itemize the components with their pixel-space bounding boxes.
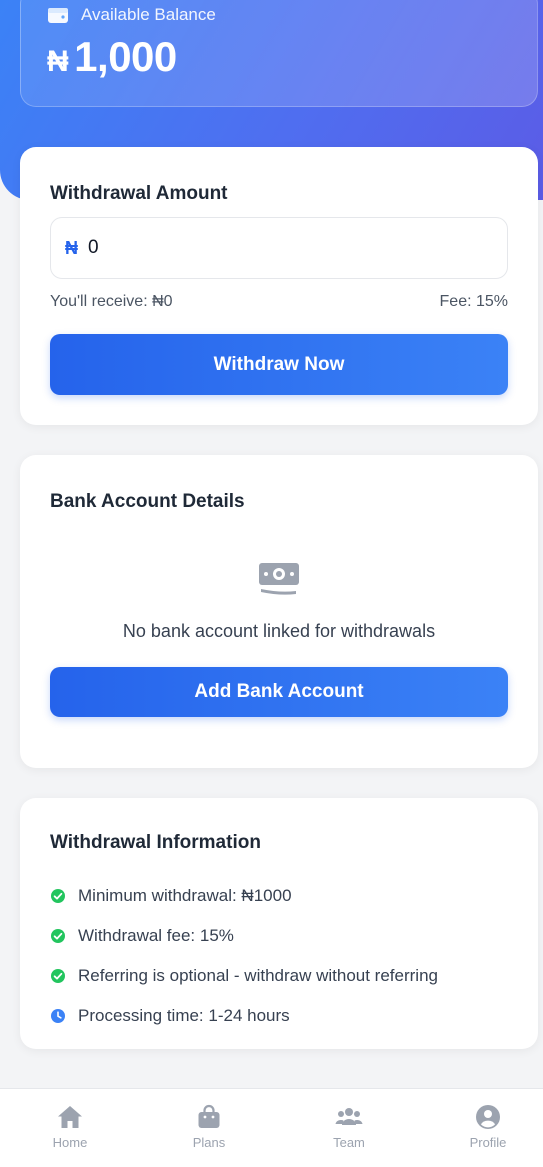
check-circle-icon	[51, 929, 65, 943]
fee-text: Fee: 15%	[439, 293, 508, 310]
wallet-icon	[48, 8, 68, 23]
bank-details-title: Bank Account Details	[50, 491, 245, 512]
withdrawal-info-card: Withdrawal Information Minimum withdrawa…	[20, 798, 538, 1049]
info-item-text: Withdrawal fee: 15%	[78, 926, 234, 945]
naira-icon: ₦	[65, 237, 78, 258]
info-list: Minimum withdrawal: ₦1000 Withdrawal fee…	[50, 876, 438, 1036]
clock-icon	[51, 1009, 65, 1023]
balance-currency: ₦	[47, 45, 69, 78]
user-circle-icon	[476, 1105, 500, 1129]
withdrawal-card: Withdrawal Amount ₦ You'll receive: ₦0 F…	[20, 147, 538, 425]
balance-value: 1,000	[74, 33, 177, 80]
amount-input[interactable]	[88, 237, 468, 259]
withdrawal-title: Withdrawal Amount	[50, 183, 228, 204]
receive-text: You'll receive: ₦0	[50, 293, 173, 310]
no-bank-text: No bank account linked for withdrawals	[122, 621, 436, 641]
home-icon	[58, 1106, 82, 1128]
balance-amount: ₦ 1,000	[47, 33, 177, 81]
nav-item-profile[interactable]: Profile	[448, 1103, 528, 1150]
balance-label: Available Balance	[81, 5, 216, 24]
info-item: Referring is optional - withdraw without…	[50, 956, 438, 996]
balance-card: Available Balance ₦ 1,000	[20, 0, 538, 107]
amount-summary-row: You'll receive: ₦0 Fee: 15%	[50, 293, 508, 311]
info-item: Processing time: 1-24 hours	[50, 996, 438, 1036]
nav-item-plans[interactable]: Plans	[169, 1103, 249, 1150]
withdrawal-info-title: Withdrawal Information	[50, 832, 261, 853]
check-circle-icon	[51, 969, 65, 983]
bottom-nav: Home Plans Team Profile	[0, 1088, 543, 1167]
withdraw-now-button[interactable]: Withdraw Now	[50, 334, 508, 395]
info-item: Minimum withdrawal: ₦1000	[50, 876, 438, 916]
shopping-bag-icon	[198, 1104, 220, 1128]
nav-label: Home	[52, 1135, 88, 1150]
amount-input-wrapper[interactable]: ₦	[50, 217, 508, 279]
nav-item-home[interactable]: Home	[30, 1103, 110, 1150]
users-icon	[335, 1108, 363, 1125]
bank-details-card: Bank Account Details No bank account lin…	[20, 455, 538, 768]
nav-label: Plans	[192, 1135, 226, 1150]
info-item-text: Referring is optional - withdraw without…	[78, 966, 438, 985]
balance-label-row: Available Balance	[47, 5, 216, 25]
info-item-text: Processing time: 1-24 hours	[78, 1006, 290, 1025]
nav-label: Profile	[469, 1135, 507, 1150]
add-bank-account-button[interactable]: Add Bank Account	[50, 667, 508, 717]
check-circle-icon	[51, 889, 65, 903]
withdraw-page: Available Balance ₦ 1,000 Withdrawal Amo…	[0, 0, 543, 1167]
nav-item-team[interactable]: Team	[309, 1103, 389, 1150]
nav-label: Team	[333, 1135, 365, 1150]
info-item: Withdrawal fee: 15%	[50, 916, 438, 956]
money-bill-icon	[259, 563, 299, 595]
info-item-text: Minimum withdrawal: ₦1000	[78, 886, 292, 905]
